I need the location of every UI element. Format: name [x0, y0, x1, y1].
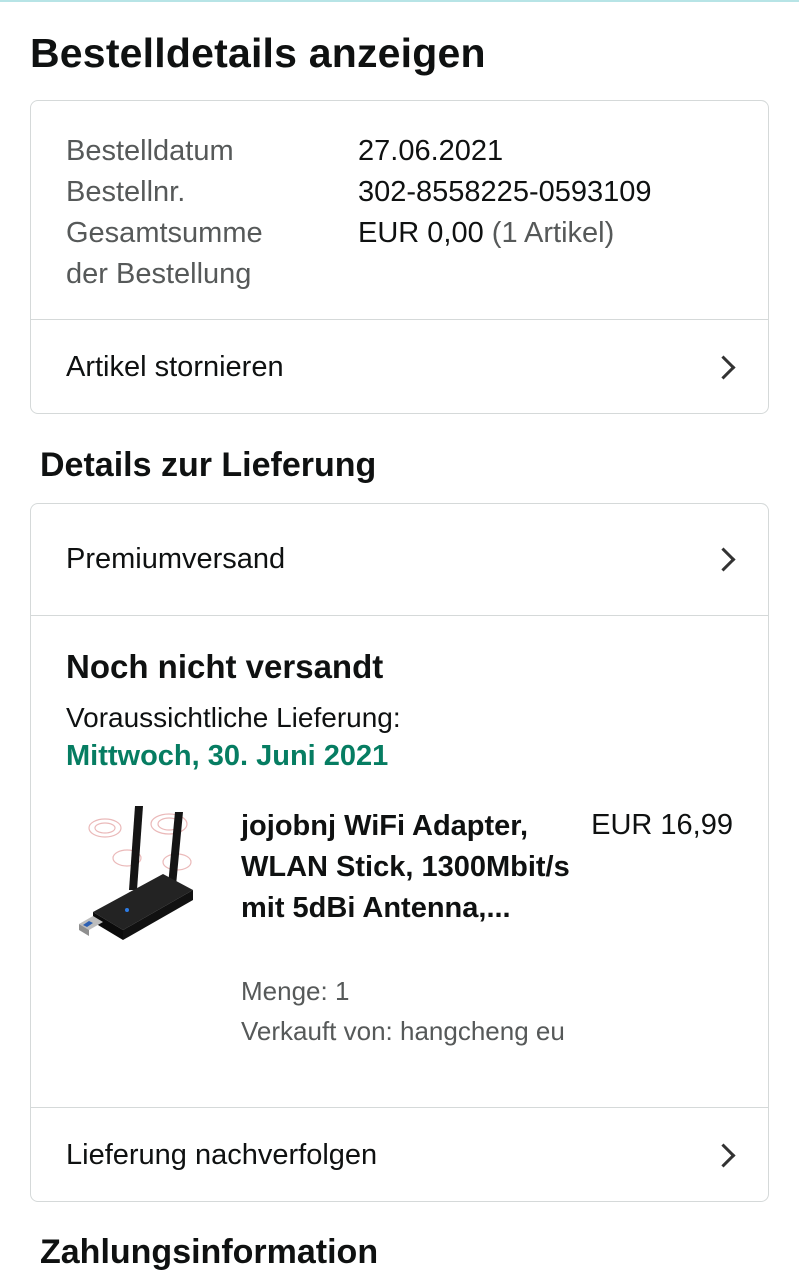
delivery-section-title: Details zur Lieferung [40, 446, 377, 484]
order-summary-card: Bestelldatum 27.06.2021 Bestellnr. 302-8… [30, 100, 769, 414]
product-image[interactable] [77, 800, 207, 950]
product-price: EUR 16,99 [591, 809, 733, 841]
order-total-label-line2: der Bestellung [66, 258, 252, 290]
shipping-method-label: Premiumversand [66, 543, 286, 575]
cancel-items-label: Artikel stornieren [66, 350, 284, 383]
product-seller: Verkauft von: hangcheng eu [241, 1016, 565, 1046]
chevron-right-icon [711, 547, 736, 572]
order-number-label: Bestellnr. [66, 176, 186, 208]
delivery-card: Premiumversand Noch nicht versandt Vorau… [30, 503, 769, 1202]
track-delivery-label: Lieferung nachverfolgen [66, 1138, 378, 1171]
top-accent-line [0, 0, 799, 2]
product-title[interactable]: jojobnj WiFi Adapter, WLAN Stick, 1300Mb… [241, 806, 571, 929]
order-total-label-line1: Gesamtsumme [66, 217, 263, 249]
order-number-row: Bestellnr. 302-8558225-0593109 [66, 172, 652, 213]
order-number-value: 302-8558225-0593109 [358, 176, 652, 208]
product-quantity: Menge: 1 [241, 976, 350, 1006]
order-total-label: Gesamtsumme der Bestellung [66, 213, 358, 295]
order-date-value: 27.06.2021 [358, 135, 504, 167]
cancel-items-row[interactable]: Artikel stornieren [31, 320, 768, 414]
order-total-value: EUR 0,00 (1 Artikel) [358, 213, 614, 295]
page-title: Bestelldetails anzeigen [30, 30, 486, 76]
order-total-row: Gesamtsumme der Bestellung EUR 0,00 (1 A… [66, 213, 652, 295]
payment-section-title: Zahlungsinformation [40, 1233, 379, 1271]
chevron-right-icon [711, 354, 736, 380]
order-summary-grid: Bestelldatum 27.06.2021 Bestellnr. 302-8… [66, 131, 652, 295]
chevron-right-icon [711, 1142, 736, 1168]
order-date-label: Bestelldatum [66, 135, 234, 167]
order-date-row: Bestelldatum 27.06.2021 [66, 131, 652, 172]
card-divider [31, 615, 768, 616]
eta-label: Voraussichtliche Lieferung: [66, 702, 401, 733]
shipping-method-row[interactable]: Premiumversand [31, 504, 768, 615]
eta-date: Mittwoch, 30. Juni 2021 [66, 740, 389, 772]
order-total-amount: EUR 0,00 [358, 217, 484, 249]
shipment-status: Noch nicht versandt [66, 648, 384, 685]
track-delivery-row[interactable]: Lieferung nachverfolgen [31, 1108, 768, 1202]
order-total-items: (1 Artikel) [491, 217, 615, 249]
